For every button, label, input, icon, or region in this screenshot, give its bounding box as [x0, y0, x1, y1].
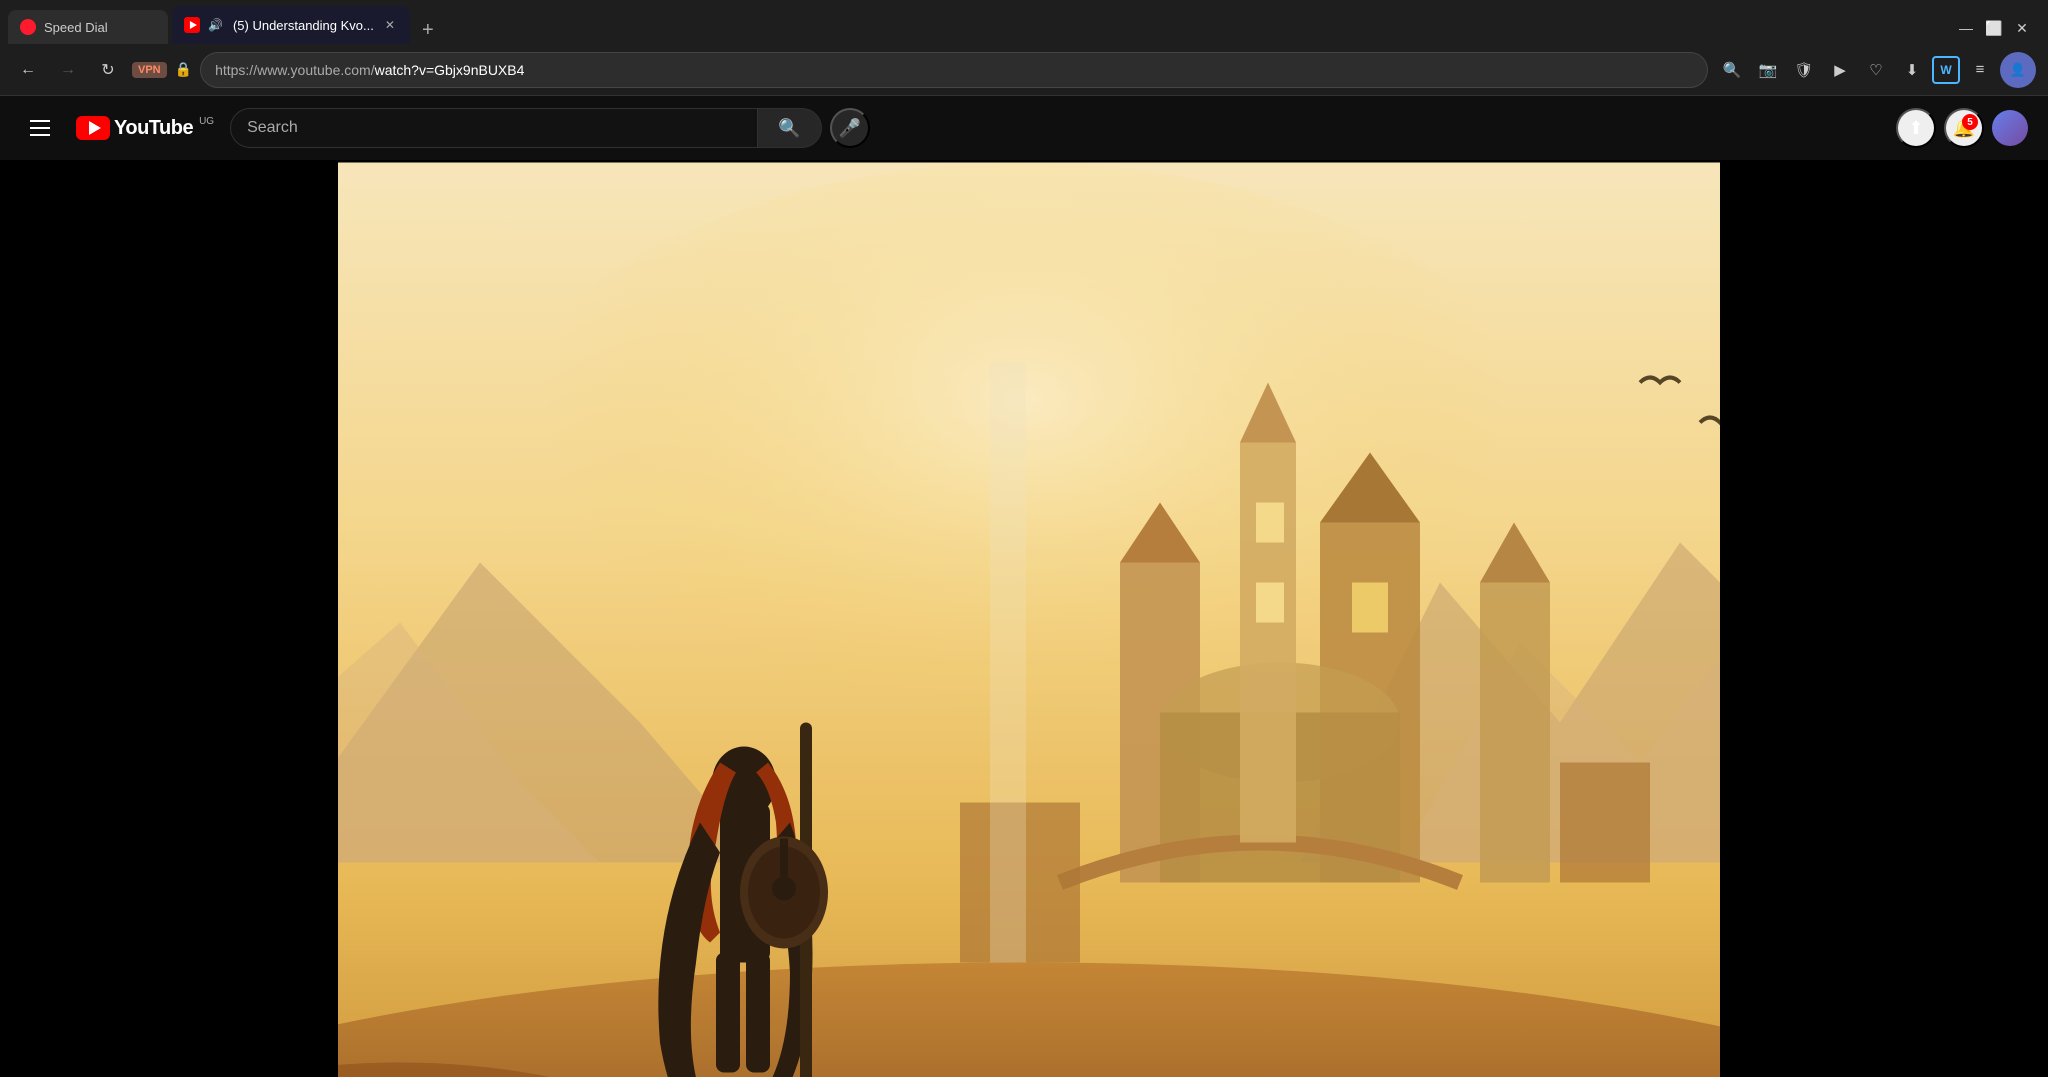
youtube-logo[interactable]: YouTube UG — [76, 116, 214, 140]
vpn-badge[interactable]: VPN — [132, 62, 167, 78]
reload-button[interactable]: ↻ — [92, 54, 124, 86]
right-letterbox — [1720, 160, 2048, 1077]
search-container: Search 🔍 🎤 — [230, 108, 870, 148]
hamburger-line-2 — [30, 127, 50, 129]
youtube-logo-text: YouTube — [114, 117, 193, 140]
left-letterbox — [0, 160, 338, 1077]
browser-search-button[interactable]: 🔍 — [1716, 54, 1748, 86]
hamburger-line-3 — [30, 134, 50, 136]
search-bar[interactable]: Search — [230, 108, 758, 148]
shield-button[interactable]: 🛡 — [1788, 54, 1820, 86]
forward-button[interactable]: → — [52, 54, 84, 86]
tab-bar: Speed Dial 🔊 (5) Understanding Kvo... ✕ … — [0, 0, 2048, 44]
youtube-header: YouTube UG Search 🔍 🎤 ⬆ 🔔 — [0, 96, 2048, 160]
mic-icon: 🎤 — [839, 118, 861, 139]
tab-close-button[interactable]: ✕ — [382, 17, 398, 33]
address-bar[interactable]: https://www.youtube.com/watch?v=Gbjx9nBU… — [200, 52, 1708, 88]
minimize-button[interactable]: — — [1956, 18, 1976, 38]
screenshot-button[interactable]: 📷 — [1752, 54, 1784, 86]
hamburger-line-1 — [30, 120, 50, 122]
tab-speed-dial-label: Speed Dial — [44, 20, 108, 35]
back-button[interactable]: ← — [12, 54, 44, 86]
heart-button[interactable]: ♡ — [1860, 54, 1892, 86]
upload-button[interactable]: ⬆ — [1896, 108, 1936, 148]
tab-youtube[interactable]: 🔊 (5) Understanding Kvo... ✕ — [172, 6, 410, 44]
sound-icon: 🔊 — [208, 18, 223, 32]
youtube-logo-icon — [76, 116, 110, 140]
nav-actions: 🔍 📷 🛡 ▶ ♡ ⬇ W ≡ 👤 — [1716, 52, 2036, 88]
youtube-app: YouTube UG Search 🔍 🎤 ⬆ 🔔 — [0, 96, 2048, 1077]
tab-youtube-label: (5) Understanding Kvo... — [233, 18, 374, 33]
video-section: ⬇ Play on TV ⏸ — [0, 160, 2048, 1077]
download-button[interactable]: ⬇ — [1896, 54, 1928, 86]
extensions-button[interactable]: ≡ — [1964, 54, 1996, 86]
menu-button[interactable] — [20, 108, 60, 148]
lock-icon: 🔒 — [175, 61, 192, 78]
upload-icon: ⬆ — [1908, 118, 1923, 139]
maximize-button[interactable]: ⬜ — [1984, 18, 2004, 38]
video-wrapper[interactable]: ⬇ Play on TV ⏸ — [0, 160, 2048, 1077]
wallet-button[interactable]: W — [1932, 56, 1960, 84]
new-tab-button[interactable]: + — [414, 16, 442, 44]
search-placeholder: Search — [247, 119, 298, 137]
opera-icon — [20, 19, 36, 35]
header-actions: ⬆ 🔔 5 — [1896, 108, 2028, 148]
notifications-button[interactable]: 🔔 5 — [1944, 108, 1984, 148]
address-highlight: watch?v=Gbjx9nBUXB4 — [375, 62, 525, 78]
voice-search-button[interactable]: 🎤 — [830, 108, 870, 148]
youtube-tab-icon — [184, 17, 200, 33]
avatar[interactable] — [1992, 110, 2028, 146]
flow-button[interactable]: ▶ — [1824, 54, 1856, 86]
window-controls: — ⬜ ✕ — [1956, 18, 2040, 44]
profile-browser-button[interactable]: 👤 — [2000, 52, 2036, 88]
search-submit-button[interactable]: 🔍 — [758, 108, 822, 148]
youtube-country-code: UG — [199, 116, 214, 127]
search-icon: 🔍 — [778, 118, 800, 139]
nav-bar: ← → ↻ VPN 🔒 https://www.youtube.com/watc… — [0, 44, 2048, 96]
address-text: https://www.youtube.com/watch?v=Gbjx9nBU… — [215, 62, 1693, 78]
browser-frame: Speed Dial 🔊 (5) Understanding Kvo... ✕ … — [0, 0, 2048, 1077]
close-button[interactable]: ✕ — [2012, 18, 2032, 38]
notifications-badge: 5 — [1962, 114, 1978, 130]
tab-speed-dial[interactable]: Speed Dial — [8, 10, 168, 44]
